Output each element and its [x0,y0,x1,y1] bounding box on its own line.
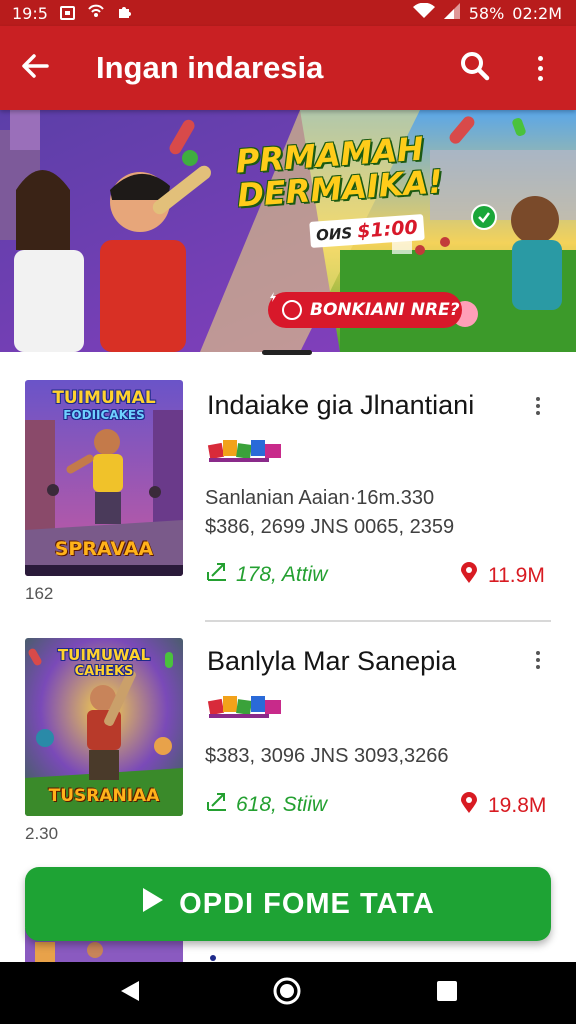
banner-price-amount: $1:00 [356,216,419,243]
nav-home-button[interactable] [270,976,304,1010]
open-game-button[interactable]: OPDI FOME TATA [25,867,551,941]
more-vert-dot [536,658,540,662]
banner-title: PRMAMAH DERMAIKA! [234,130,444,215]
stat-trend-label: 618, Stiiw [236,793,328,816]
card-more-button[interactable] [526,393,550,419]
more-vert-dot [536,404,540,408]
game-title[interactable]: Banlyla Mar Sanepia [207,646,456,677]
image-icon [59,6,75,20]
game-desc-line1: $383, 3096 JNS 3093,3266 [205,745,449,767]
more-vert-dot [536,411,540,415]
peek-dot [210,955,216,961]
more-vert-dot [537,75,543,81]
app-bar: Ingan indaresia [0,26,576,110]
location-pin-icon [460,562,478,590]
game-card[interactable]: TUIMUWAL CAHEKS TUSRANIAA 2.30 Banlyla M… [0,638,576,848]
more-vert-icon [536,397,540,401]
search-button[interactable] [452,46,498,90]
puzzle-icon [117,4,131,23]
page-title: Ingan indaresia [96,50,324,85]
thumb-title-mid: CAHEKS [74,664,134,679]
thumb-title-bottom: SPRAVAA [54,538,154,560]
hotspot-icon [87,3,105,23]
more-options-button[interactable] [520,46,560,90]
battery-percent: 58% [468,3,505,23]
trend-up-icon [206,562,228,588]
banner-cta-label: BONKIANI NRE? [310,300,460,320]
nav-recents-icon [436,980,458,1007]
nav-back-icon [119,979,141,1008]
banner-cta-button[interactable]: BONKIANI NRE? [268,292,462,328]
game-title[interactable]: Indaiake gia Jlnantiani [207,390,474,421]
more-vert-dot [537,65,543,71]
stat-location-label: 11.9M [488,564,545,587]
thumb-title-bottom: TUSRANIAA [48,786,160,806]
banner-price-prefix: ОИS [315,224,353,245]
stat-location-label: 19.8M [488,794,547,817]
stat-location: 19.8M [460,792,546,820]
trend-up-icon [206,792,228,818]
stat-trend: 618, Stiiw [206,792,327,818]
status-time: 19:5 [12,3,48,23]
game-card[interactable]: TUIMUMAL FODIICAKES SPRAVAA 162 Indaiake… [0,380,576,612]
game-brand-logo-icon [207,440,281,462]
thumb-title-top: TUIMUWAL [57,646,151,664]
status-bar: 19:5 58% 02:2M [0,0,576,26]
play-icon [141,886,165,922]
card-more-button[interactable] [526,647,550,673]
bolt-circle-icon [270,292,302,320]
promo-banner[interactable]: PRMAMAH DERMAIKA! ОИS $1:00 BONKIANI NRE… [0,110,576,352]
game-thumbnail[interactable]: TUIMUWAL CAHEKS TUSRANIAA [25,638,183,816]
stat-trend: 178, Attiw [206,562,327,588]
more-vert-icon [537,55,543,61]
wifi-icon [412,2,435,23]
signal-icon [443,3,461,23]
game-desc-line1: Sanlanian Aaian·16m.330 [205,487,435,509]
open-game-label: OPDI FOME TATA [179,887,435,920]
stat-location: 11.9M [460,562,545,590]
nav-back-button[interactable] [113,976,147,1010]
thumb-title-top: TUIMUMAL [52,388,156,408]
back-button[interactable] [0,26,70,110]
system-nav-bar [0,962,576,1024]
more-vert-dot [536,665,540,669]
game-desc-line2: $386, 2699 JNS 0065, 2359 [205,516,455,538]
thumb-caption: 2.30 [25,824,59,843]
location-pin-icon [460,792,478,820]
check-badge-icon [471,204,497,230]
search-icon [460,51,490,86]
game-thumbnail[interactable]: TUIMUMAL FODIICAKES SPRAVAA [25,380,183,576]
status-clock: 02:2M [512,3,562,23]
back-arrow-icon [21,53,49,84]
nav-recents-button[interactable] [430,976,464,1010]
more-vert-icon [536,651,540,655]
game-brand-logo-icon [207,696,281,718]
carousel-indicator [262,350,312,355]
nav-home-icon [272,976,302,1011]
stat-trend-label: 178, Attiw [236,563,328,586]
list-divider [205,620,551,622]
thumb-title-mid: FODIICAKES [63,408,145,422]
thumb-caption: 162 [25,584,54,603]
